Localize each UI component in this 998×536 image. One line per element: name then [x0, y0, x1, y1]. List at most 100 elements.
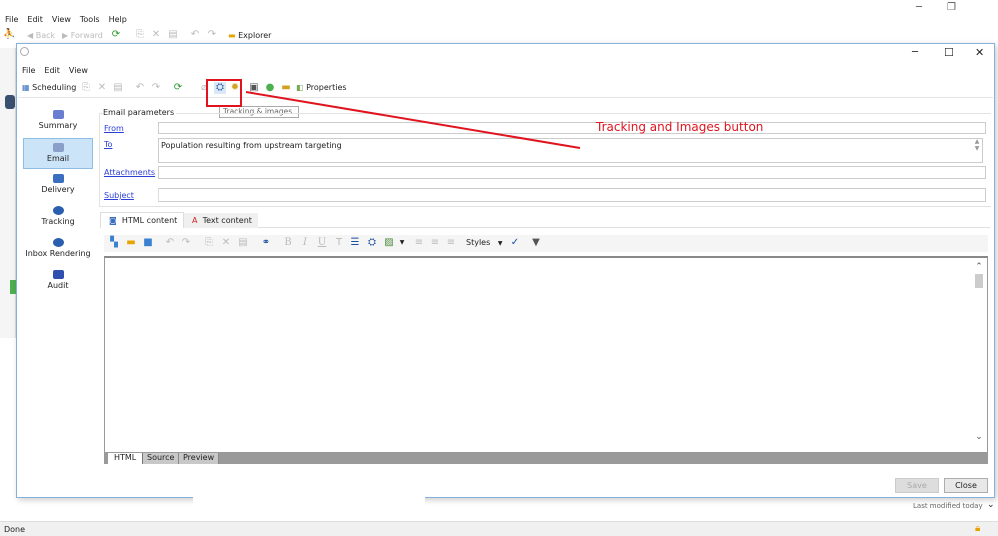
underline-button[interactable]: U — [316, 237, 328, 249]
dialog-menu-bar: File Edit View — [22, 66, 97, 75]
text-icon: A — [192, 216, 198, 225]
undo-icon[interactable]: ↶ — [189, 29, 201, 41]
paste-icon[interactable]: ▤ — [112, 82, 124, 94]
dialog-close-button[interactable]: ✕ — [975, 46, 984, 59]
save-button[interactable]: Save — [895, 478, 939, 493]
image-dropdown-icon[interactable]: ▼ — [396, 237, 408, 249]
cut-icon[interactable]: ✕ — [96, 82, 108, 94]
nav-summary[interactable]: Summary — [23, 110, 93, 130]
menu-view[interactable]: View — [52, 15, 71, 24]
lock-icon: 🔒︎ — [975, 523, 981, 534]
refresh-icon[interactable]: ⟳ — [172, 82, 184, 94]
tab-text-content[interactable]: A Text content — [184, 213, 258, 228]
tab-source[interactable]: Source — [143, 453, 180, 464]
refresh-icon[interactable]: ⟳ — [110, 29, 122, 41]
dialog-toolbar: ▦ Scheduling ⎘ ✕ ▤ ↶ ↷ ⟳ ⌀ ⛭ ✹ ▣ ● ▬ ◧ P… — [18, 80, 993, 98]
nav-label: Summary — [38, 121, 78, 130]
tab-html-content[interactable]: ◙ HTML content — [100, 212, 184, 228]
close-button[interactable]: Close — [944, 478, 988, 493]
align-left-icon[interactable]: ≡ — [413, 237, 425, 249]
forward-button[interactable]: ▶ Forward — [62, 31, 103, 40]
cut-icon[interactable]: ✕ — [220, 237, 232, 249]
scheduling-button[interactable]: ▦ Scheduling — [22, 83, 76, 92]
clean-icon[interactable]: ▼ — [530, 237, 542, 249]
attachments-link[interactable]: Attachments — [104, 168, 155, 177]
status-text: Done — [4, 525, 26, 534]
subject-link[interactable]: Subject — [104, 191, 134, 200]
expand-chevron-icon[interactable]: ⌄ — [987, 500, 995, 510]
dialog-menu-view[interactable]: View — [69, 66, 88, 75]
nav-delivery[interactable]: Delivery — [23, 174, 93, 194]
properties-button[interactable]: ◧ Properties — [296, 83, 347, 92]
link-icon[interactable]: ⛭ — [366, 237, 378, 249]
menu-tools[interactable]: Tools — [80, 15, 100, 24]
align-right-icon[interactable]: ≡ — [445, 237, 457, 249]
redo-icon[interactable]: ↷ — [180, 237, 192, 249]
open-icon[interactable]: ▬ — [125, 237, 137, 249]
paste-icon[interactable]: ▤ — [237, 237, 249, 249]
html-editor-area[interactable] — [104, 256, 988, 454]
menu-file[interactable]: File — [5, 15, 18, 24]
save-icon[interactable]: ■ — [142, 237, 154, 249]
scroll-down-icon[interactable]: ⌄ — [972, 432, 986, 442]
nav-inbox-rendering[interactable]: Inbox Rendering — [23, 238, 93, 258]
nav-email[interactable]: Email — [23, 138, 93, 169]
cut-icon[interactable]: ✕ — [150, 29, 162, 41]
back-button[interactable]: ◀ Back — [27, 31, 55, 40]
tab-html[interactable]: HTML — [108, 453, 144, 464]
redo-icon[interactable]: ↷ — [206, 29, 218, 41]
dialog-minimize-button[interactable]: ─ — [912, 47, 918, 58]
attachments-field[interactable] — [158, 166, 986, 179]
globe-icon[interactable]: ● — [264, 82, 276, 94]
email-parameters-title: Email parameters — [103, 108, 177, 117]
dialog-menu-file[interactable]: File — [22, 66, 35, 75]
editor-toolbar: ▚ ▬ ■ ↶ ↷ ⎘ ✕ ▤ ⚭ B I U T ☰ ⛭ ▨ ▼ ≡ ≡ ≡ … — [104, 235, 988, 252]
highlight-box — [206, 79, 242, 107]
undo-icon[interactable]: ↶ — [164, 237, 176, 249]
copy-icon[interactable]: ⎘ — [134, 29, 146, 41]
tab-preview[interactable]: Preview — [179, 453, 220, 464]
from-link[interactable]: From — [104, 124, 124, 133]
preview-icon[interactable]: ▣ — [248, 82, 260, 94]
image-icon[interactable]: ▨ — [383, 237, 395, 249]
nav-tracking[interactable]: Tracking — [23, 206, 93, 226]
styles-dropdown[interactable]: Styles ▼ — [466, 238, 503, 247]
app-restore-button[interactable]: ❐ — [947, 2, 956, 13]
dialog-maximize-button[interactable]: ☐ — [944, 46, 954, 59]
nav-audit[interactable]: Audit — [23, 270, 93, 290]
copy-icon[interactable]: ⎘ — [80, 82, 92, 94]
align-center-icon[interactable]: ≡ — [429, 237, 441, 249]
copy-icon[interactable]: ⎘ — [203, 237, 215, 249]
list-icon[interactable]: ☰ — [349, 237, 361, 249]
forward-label: Forward — [70, 31, 103, 40]
tracking-icon — [52, 206, 64, 215]
paste-icon[interactable]: ▤ — [167, 29, 179, 41]
to-scrollbar[interactable]: ▲ ▼ — [972, 138, 982, 163]
package-icon[interactable]: ▬ — [280, 82, 292, 94]
spellcheck-icon[interactable]: ✓ — [509, 237, 521, 249]
to-link[interactable]: To — [104, 140, 112, 149]
find-icon[interactable]: ⚭ — [260, 237, 272, 249]
clear-format-icon[interactable]: T — [333, 237, 345, 249]
menu-help[interactable]: Help — [109, 15, 127, 24]
inbox-rendering-icon — [52, 238, 64, 247]
background-tab — [5, 95, 15, 109]
italic-button[interactable]: I — [299, 237, 311, 249]
from-field[interactable] — [158, 122, 986, 134]
menu-edit[interactable]: Edit — [27, 15, 43, 24]
app-minimize-button[interactable]: ─ — [916, 2, 922, 13]
properties-icon: ◧ — [296, 83, 304, 92]
bold-button[interactable]: B — [282, 237, 294, 249]
scroll-up-icon[interactable]: ⌃ — [972, 262, 986, 272]
editor-scrollbar[interactable]: ⌃ ⌄ — [972, 262, 986, 442]
undo-icon[interactable]: ↶ — [134, 82, 146, 94]
app-menu-bar: File Edit View Tools Help — [5, 15, 136, 24]
dialog-menu-edit[interactable]: Edit — [44, 66, 60, 75]
explorer-button[interactable]: ▬ Explorer — [228, 31, 271, 40]
redo-icon[interactable]: ↷ — [150, 82, 162, 94]
new-icon[interactable]: ▚ — [108, 237, 120, 249]
user-icon[interactable]: ⛹ — [3, 29, 15, 41]
scroll-thumb[interactable] — [975, 274, 983, 288]
to-field[interactable]: Population resulting from upstream targe… — [158, 138, 983, 163]
subject-field[interactable] — [158, 188, 986, 202]
